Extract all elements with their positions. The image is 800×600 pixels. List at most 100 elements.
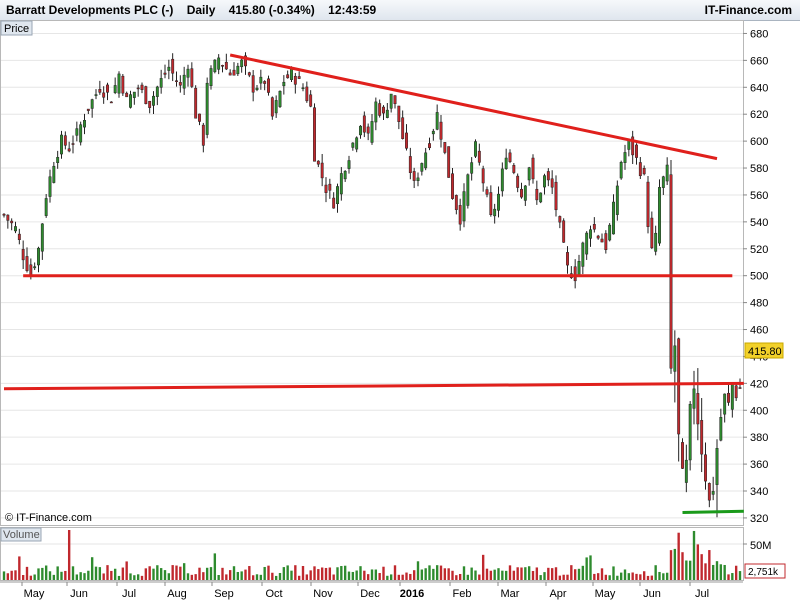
volume-bar-44: [171, 565, 174, 580]
volume-bar-30: [117, 575, 121, 580]
price-tick-480: 480: [750, 298, 768, 310]
volume-bar-119: [458, 573, 462, 580]
candle-body-174: [669, 174, 673, 369]
price-tick-620: 620: [750, 109, 768, 121]
volume-bar-94: [363, 570, 366, 580]
volume-bar-87: [336, 567, 339, 580]
candle-body-28: [109, 101, 113, 104]
candle-body-35: [136, 87, 140, 90]
volume-bar-43: [167, 573, 171, 580]
candle-body-49: [190, 68, 194, 87]
volume-bar-80: [309, 570, 312, 580]
volume-bar-102: [393, 565, 397, 580]
volume-bar-59: [228, 570, 232, 580]
candle-body-59: [228, 72, 232, 76]
candle-body-127: [489, 192, 493, 215]
candle-body-98: [378, 103, 382, 116]
volume-bar-125: [481, 554, 485, 580]
candle-body-110: [424, 152, 428, 169]
date-label-10: Mar: [501, 588, 520, 600]
candle-body-151: [581, 242, 585, 267]
volume-bar-132: [508, 565, 512, 580]
volume-bar-141: [543, 572, 546, 580]
candle-body-152: [585, 232, 589, 255]
candle-body-169: [650, 217, 654, 249]
candle-body-95: [366, 126, 370, 134]
candle-body-56: [217, 57, 221, 70]
candle-body-111: [428, 143, 431, 149]
candle-body-78: [301, 87, 305, 90]
candle-body-172: [661, 176, 665, 188]
volume-bar-178: [685, 560, 688, 580]
volume-bar-160: [616, 575, 619, 580]
date-label-14: Jul: [695, 588, 709, 600]
date-label-8: 2016: [400, 588, 424, 600]
date-label-6: Nov: [313, 588, 333, 600]
date-label-2: Jul: [122, 588, 136, 600]
volume-bar-51: [198, 567, 201, 580]
volume-bar-138: [531, 570, 535, 580]
candle-body-137: [527, 167, 531, 181]
volume-bar-186: [715, 561, 719, 580]
volume-bar-23: [90, 557, 94, 580]
candle-body-191: [734, 385, 738, 399]
candle-body-184: [707, 483, 711, 501]
last-volume-value: 2,751k: [748, 567, 779, 578]
price-tick-680: 680: [750, 28, 768, 40]
volume-bar-96: [370, 569, 374, 580]
candle-body-12: [48, 176, 52, 197]
volume-bar-64: [248, 566, 251, 580]
volume-bar-98: [378, 573, 381, 580]
volume-bar-166: [639, 574, 642, 580]
candle-body-160: [615, 185, 619, 215]
candle-body-43: [167, 66, 171, 71]
volume-bar-109: [420, 569, 424, 580]
volume-bar-61: [236, 571, 240, 580]
candle-body-139: [535, 188, 539, 201]
candle-body-180: [692, 388, 696, 409]
candle-body-183: [704, 454, 707, 482]
candle-body-75: [290, 68, 293, 80]
candle-body-117: [451, 173, 454, 199]
volume-bar-158: [608, 575, 611, 580]
volume-bar-18: [71, 566, 75, 580]
candle-body-71: [274, 100, 278, 114]
volume-bar-112: [432, 568, 435, 580]
volume-bar-177: [681, 552, 684, 580]
candle-body-154: [592, 224, 596, 230]
candle-body-123: [474, 141, 477, 157]
volume-bar-81: [313, 566, 316, 580]
candle-body-44: [171, 58, 175, 74]
volume-bar-88: [340, 566, 343, 580]
candle-body-11: [44, 198, 48, 216]
volume-panel-label: Volume: [3, 529, 40, 541]
candle-body-85: [328, 183, 332, 191]
volume-bar-161: [619, 572, 623, 580]
candle-body-68: [263, 81, 267, 84]
candle-body-10: [40, 223, 44, 252]
volume-bar-100: [386, 575, 389, 580]
volume-bar-45: [175, 565, 178, 580]
watermark: © IT-Finance.com: [5, 512, 92, 524]
candle-body-18: [71, 143, 75, 145]
candle-body-165: [635, 144, 638, 158]
volume-bar-8: [33, 574, 36, 580]
last-price-value: 415.80: [748, 346, 782, 358]
candle-body-70: [270, 97, 274, 117]
candle-body-145: [558, 216, 562, 223]
candle-body-61: [236, 65, 240, 75]
volume-bar-72: [278, 572, 282, 580]
volume-bar-38: [148, 566, 151, 580]
candle-body-136: [523, 185, 527, 201]
volume-bar-147: [566, 574, 569, 580]
candle-body-26: [102, 92, 106, 98]
candle-body-159: [612, 201, 615, 235]
candle-body-54: [209, 68, 213, 87]
volume-bar-48: [186, 573, 190, 580]
volume-bar-37: [144, 568, 148, 580]
volume-bar-167: [642, 571, 646, 580]
volume-bar-181: [696, 544, 700, 580]
volume-bar-136: [524, 567, 527, 580]
volume-bar-103: [397, 574, 401, 580]
candle-body-27: [106, 84, 109, 93]
